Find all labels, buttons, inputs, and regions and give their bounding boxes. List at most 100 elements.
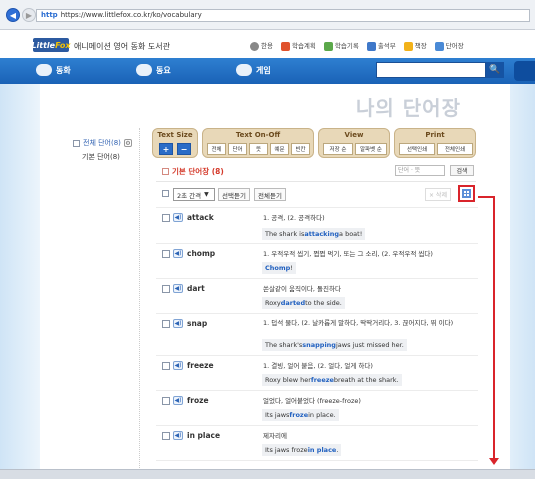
card-view-button[interactable] — [458, 185, 475, 202]
word-term: froze — [187, 396, 209, 405]
row-divider — [156, 313, 478, 314]
text-onoff-group: Text On-Off 전체 단어 뜻 예문 빈칸 — [202, 128, 314, 158]
sort-alpha-button[interactable]: 알파벳 순 — [355, 143, 387, 155]
increase-size-button[interactable]: + — [159, 143, 173, 155]
folder-checkbox[interactable] — [73, 139, 80, 147]
address-bar[interactable]: http https://www.littlefox.co.kr/ko/voca… — [36, 9, 530, 22]
top-link-vocabulary[interactable]: 단어장 — [434, 40, 464, 51]
word-definition: 제자리에 — [263, 432, 287, 440]
top-links: 한용 학습계획 학습기록 출석부 책장 단어장 — [250, 40, 464, 51]
speaker-icon[interactable]: ◀) — [173, 396, 183, 405]
speaker-icon[interactable]: ◀) — [173, 319, 183, 328]
row-divider — [156, 278, 478, 279]
row-divider — [156, 207, 478, 208]
word-checkbox[interactable] — [162, 285, 170, 293]
text-size-group: Text Size + − — [152, 128, 198, 158]
word-checkbox[interactable] — [162, 320, 170, 328]
show-meaning-button[interactable]: 뜻 — [249, 143, 268, 155]
decrease-size-button[interactable]: − — [177, 143, 191, 155]
forward-button[interactable]: ▶ — [22, 8, 36, 22]
speaker-icon[interactable]: ◀) — [173, 431, 183, 440]
nav-item-songs[interactable]: 동요 — [136, 64, 171, 76]
sort-saved-button[interactable]: 저장 순 — [323, 143, 353, 155]
word-example: The shark's snapping jaws just missed he… — [262, 339, 407, 351]
top-link-attendance[interactable]: 출석부 — [366, 40, 396, 51]
vocab-list-title: 기본 단어장 (8) — [162, 166, 224, 177]
row-divider — [156, 355, 478, 356]
play-selected-button[interactable]: 선택듣기 — [218, 188, 250, 201]
word-example: Its jaws froze in place. — [262, 409, 339, 421]
word-checkbox[interactable] — [162, 214, 170, 222]
search-icon: 🔍 — [489, 65, 501, 75]
word-checkbox[interactable] — [162, 250, 170, 258]
delete-button[interactable]: × 삭제 — [425, 188, 451, 201]
word-example: Roxy blew her freeze breath at the shark… — [262, 374, 402, 386]
speaker-icon[interactable]: ◀) — [173, 249, 183, 258]
speaker-icon[interactable]: ◀) — [173, 213, 183, 222]
word-definition: 1. 공격, (2. 공격하다) — [263, 214, 325, 222]
word-term: snap — [187, 319, 208, 328]
word-search-button[interactable]: 검색 — [450, 165, 474, 176]
gear-icon[interactable]: ⚙ — [123, 139, 132, 147]
grid-icon — [462, 189, 471, 198]
word-search-input[interactable]: 단어 · 뜻 — [395, 165, 445, 176]
playback-controls: 2초 간격 ▼ 선택듣기 전체듣기 × 삭제 — [156, 185, 478, 202]
speaker-icon[interactable]: ◀) — [173, 361, 183, 370]
annotation-line — [493, 196, 495, 460]
top-link-plan[interactable]: 학습계획 — [280, 40, 316, 51]
word-checkbox[interactable] — [162, 362, 170, 370]
nav-item-stories[interactable]: 동화 — [36, 64, 71, 76]
word-example: The shark is attacking a boat! — [262, 228, 366, 240]
divider — [156, 181, 476, 182]
folder-all-words[interactable]: 전체 단어(8) ⚙ — [73, 138, 132, 148]
folder-panel: 전체 단어(8) ⚙ 기본 단어(8) — [60, 128, 140, 468]
word-example: Chomp! — [262, 262, 296, 274]
forward-arrow-icon: ▶ — [25, 10, 33, 20]
site-search-button[interactable]: 🔍 — [486, 62, 504, 78]
view-group: View 저장 순 알파벳 순 — [318, 128, 390, 158]
address-url: https://www.littlefox.co.kr/ko/vocabular… — [60, 11, 202, 19]
main-nav: 동화 동요 게임 🔍 — [0, 58, 535, 84]
show-blank-button[interactable]: 빈칸 — [291, 143, 310, 155]
interval-select[interactable]: 2초 간격 ▼ — [173, 188, 215, 201]
word-term: dart — [187, 284, 205, 293]
top-link-lang[interactable]: 한용 — [250, 40, 273, 51]
annotation-line — [478, 196, 494, 198]
word-example: Roxy darted to the side. — [262, 297, 345, 309]
speaker-icon[interactable]: ◀) — [173, 284, 183, 293]
play-all-button[interactable]: 전체듣기 — [254, 188, 286, 201]
word-definition: 1. 결빙, 얼어 붙음, (2. 얼다, 얼게 하다) — [263, 362, 373, 370]
annotation-arrow-icon — [489, 458, 499, 465]
show-word-button[interactable]: 단어 — [228, 143, 247, 155]
word-term: attack — [187, 213, 214, 222]
word-definition: 얼었다, 얼어붙었다 (freeze-froze) — [263, 397, 361, 405]
site-favicon-icon: http — [41, 11, 58, 19]
show-all-button[interactable]: 전체 — [207, 143, 226, 155]
print-all-button[interactable]: 전체인쇄 — [437, 143, 473, 155]
show-example-button[interactable]: 예문 — [270, 143, 289, 155]
top-link-bookshelf[interactable]: 책장 — [403, 40, 427, 51]
site-logo[interactable]: Little Fox — [31, 38, 71, 52]
word-term: in place — [187, 431, 221, 440]
site-header: Little Fox 애니메이션 영어 동화 도서관 한용 학습계획 학습기록 출… — [0, 30, 535, 58]
row-divider — [156, 425, 478, 426]
site-search-input[interactable] — [376, 62, 486, 78]
top-link-record[interactable]: 학습기록 — [323, 40, 359, 51]
browser-bottom-edge — [0, 469, 535, 479]
select-all-checkbox[interactable] — [162, 190, 169, 197]
story-icon — [36, 64, 52, 76]
nav-side-tab[interactable] — [514, 61, 535, 81]
word-definition: 쏜살같이 움직이다, 돌진하다 — [263, 285, 341, 293]
word-definition: 1. 덥석 물다, (2. 날카롭게 말하다, 딱딱거리다, 3. 끊어지다, … — [263, 319, 454, 327]
back-button[interactable]: ◀ — [6, 8, 20, 22]
print-selected-button[interactable]: 선택인쇄 — [399, 143, 435, 155]
word-checkbox[interactable] — [162, 397, 170, 405]
folder-basic-words[interactable]: 기본 단어(8) — [82, 152, 120, 162]
word-checkbox[interactable] — [162, 432, 170, 440]
word-example: Its jaws froze in place. — [262, 444, 342, 456]
nav-item-games[interactable]: 게임 — [236, 64, 271, 76]
page-title: 나의 단어장 — [356, 96, 461, 120]
list-checkbox[interactable] — [162, 168, 169, 175]
browser-toolbar: ◀ ▶ http https://www.littlefox.co.kr/ko/… — [0, 0, 535, 30]
vocab-toolbar: Text Size + − Text On-Off 전체 단어 뜻 예문 빈칸 … — [152, 128, 479, 158]
